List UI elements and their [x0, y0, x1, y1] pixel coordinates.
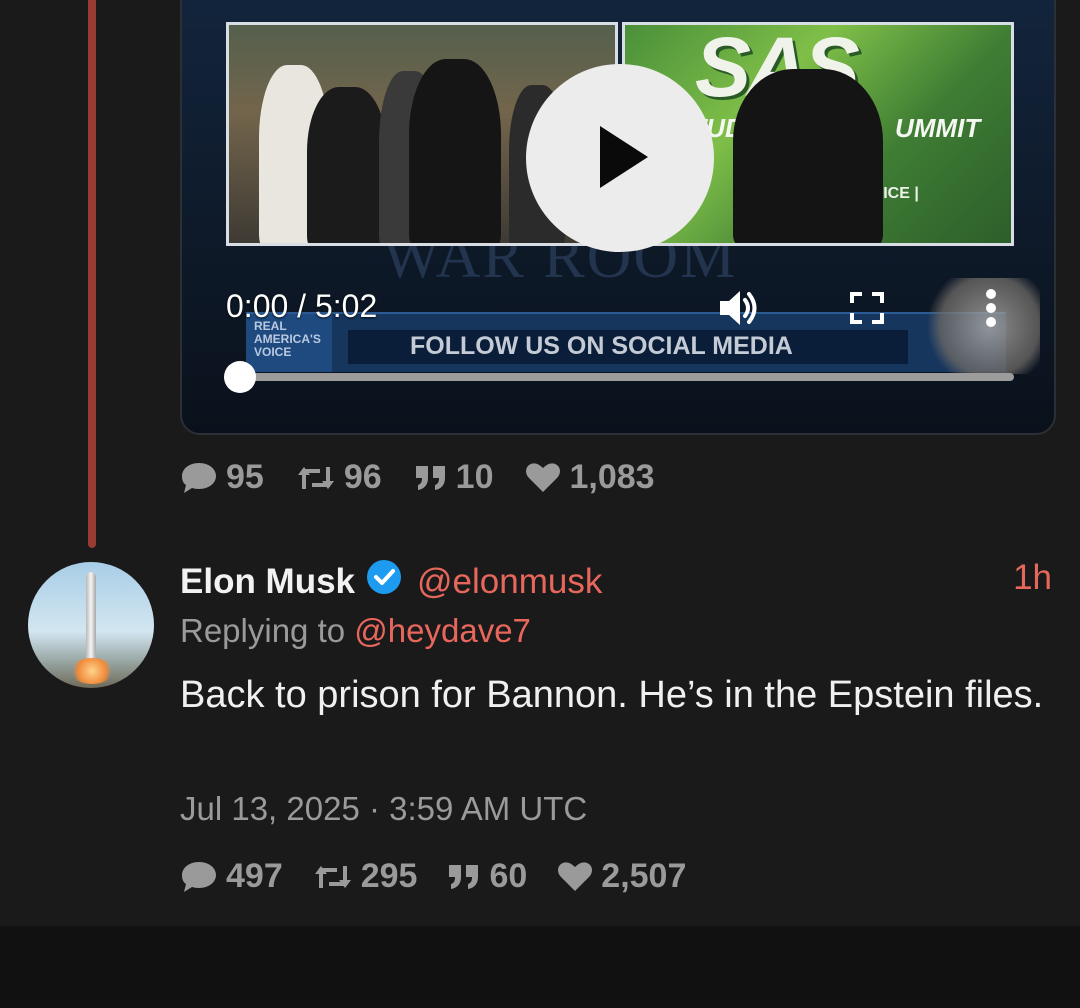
video-progress-thumb[interactable] — [224, 361, 256, 393]
quote-count: 60 — [489, 857, 528, 895]
replying-label: Replying to — [180, 612, 346, 649]
video-time: 0:00 / 5:02 — [226, 288, 378, 324]
retweet-stat[interactable]: 295 — [313, 857, 418, 896]
bottom-divider-bar — [0, 926, 1080, 1008]
author-name[interactable]: Elon Musk — [180, 562, 355, 602]
quote-stat[interactable]: 60 — [447, 857, 527, 896]
volume-icon — [720, 291, 757, 325]
comment-icon — [182, 462, 216, 493]
parent-tweet-stats: 95 96 10 1,083 — [180, 458, 655, 497]
comment-icon — [182, 861, 216, 892]
tweet-text: Back to prison for Bannon. He’s in the E… — [180, 674, 1044, 716]
like-count: 1,083 — [569, 458, 655, 496]
fullscreen-icon — [850, 292, 884, 324]
retweet-icon — [314, 865, 351, 888]
like-count: 2,507 — [601, 857, 687, 895]
banner-text: FOLLOW US ON SOCIAL MEDIA — [348, 330, 908, 364]
reply-stat[interactable]: 95 — [180, 458, 264, 497]
heart-icon — [558, 861, 593, 891]
tweet-header: Elon Musk @elonmusk — [180, 558, 602, 605]
quote-stat[interactable]: 10 — [414, 458, 494, 497]
retweet-count: 295 — [360, 857, 418, 895]
fullscreen-button[interactable] — [850, 292, 884, 329]
avatar-rocket — [86, 572, 96, 664]
volume-button[interactable] — [718, 288, 762, 333]
tweet-stats: 497 295 60 2,507 — [180, 857, 686, 896]
heart-icon — [526, 462, 561, 492]
more-vertical-icon — [986, 289, 996, 327]
author-handle[interactable]: @elonmusk — [417, 562, 602, 602]
play-button[interactable] — [526, 64, 714, 252]
eagle-logo — [914, 278, 1040, 374]
thread-connector-line — [88, 0, 96, 548]
quote-icon — [415, 465, 445, 490]
avatar[interactable] — [28, 562, 154, 688]
play-icon — [600, 126, 648, 188]
verified-badge — [365, 558, 403, 605]
video-player[interactable]: WAR ROOM SAS STUDEN UMMIT S VOICE | REAL… — [180, 0, 1056, 435]
reply-stat[interactable]: 497 — [180, 857, 283, 896]
video-progress-bar[interactable] — [240, 373, 1014, 381]
retweet-count: 96 — [343, 458, 382, 496]
replying-to: Replying to @heydave7 — [180, 612, 531, 650]
tweet-date[interactable]: Jul 13, 2025 · 3:59 AM UTC — [180, 790, 587, 828]
reply-count: 497 — [226, 857, 283, 895]
like-stat[interactable]: 2,507 — [557, 857, 686, 896]
reply-count: 95 — [226, 458, 264, 496]
replying-handle-link[interactable]: @heydave7 — [354, 612, 531, 649]
page: WAR ROOM SAS STUDEN UMMIT S VOICE | REAL… — [0, 0, 1080, 1008]
retweet-icon — [297, 466, 334, 489]
quote-icon — [449, 864, 479, 889]
video-overlay-subtitle-right: UMMIT — [895, 113, 981, 143]
like-stat[interactable]: 1,083 — [525, 458, 655, 497]
avatar-flame — [70, 658, 114, 684]
retweet-stat[interactable]: 96 — [296, 458, 382, 497]
more-options-button[interactable] — [984, 288, 998, 333]
relative-time[interactable]: 1h — [1013, 558, 1052, 598]
verified-icon — [367, 560, 402, 594]
quote-count: 10 — [455, 458, 494, 496]
